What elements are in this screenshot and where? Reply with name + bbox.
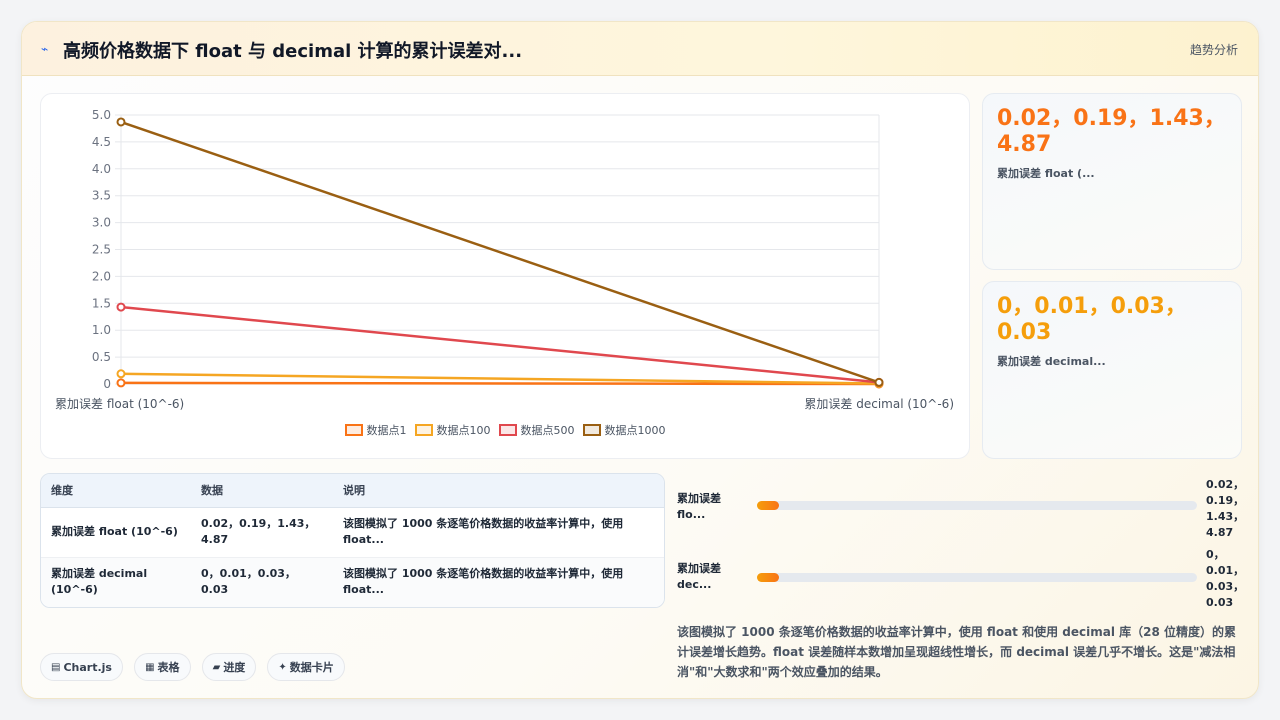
column-header: 数据 (191, 474, 333, 508)
tag-data-card[interactable]: ✦ 数据卡片 (267, 653, 345, 681)
legend-item[interactable]: 数据点1000 (582, 422, 666, 438)
tag-table[interactable]: ▦ 表格 (134, 653, 191, 681)
table-cell-data: 0.02，0.19，1.43，4.87 (191, 507, 333, 558)
data-point (116, 378, 126, 388)
y-tick-label: 3.0 (92, 216, 111, 230)
tag-chartjs[interactable]: ▤ Chart.js (40, 653, 123, 681)
y-tick-label: 2.5 (92, 243, 111, 257)
header-bar: ⌁ 高频价格数据下 float 与 decimal 计算的累计误差对... 趋势… (22, 22, 1258, 76)
progress-fill (757, 573, 779, 582)
y-tick-label: 4.5 (92, 135, 111, 149)
data-point (874, 377, 884, 387)
table-row: 累加误差 float (10^-6) 0.02，0.19，1.43，4.87 该… (41, 507, 664, 558)
legend-swatch (344, 424, 363, 436)
tag-bar: ▤ Chart.js ▦ 表格 ▰ 进度 ✦ 数据卡片 (40, 653, 351, 681)
data-table: 维度 数据 说明 累加误差 float (10^-6) 0.02，0.19，1.… (40, 473, 665, 608)
page-title: 高频价格数据下 float 与 decimal 计算的累计误差对... (63, 41, 523, 62)
y-tick-label: 1.0 (92, 323, 111, 337)
y-tick-label: 5.0 (92, 108, 111, 122)
progress-label: 累加误差 dec... (677, 562, 721, 591)
column-header: 说明 (333, 474, 664, 508)
chart-icon: ▤ (51, 661, 61, 673)
data-point (116, 302, 126, 312)
x-tick-label: 累加误差 float (10^-6) (55, 397, 184, 411)
tag-progress[interactable]: ▰ 进度 (201, 653, 257, 681)
y-tick-label: 0.5 (92, 350, 111, 364)
table-cell-data: 0，0.01，0.03，0.03 (191, 557, 333, 607)
progress-value: 0，0.01，0.03，0.03 (1206, 548, 1245, 609)
legend-label: 数据点1000 (604, 424, 666, 437)
stat-label: 累加误差 float (... (997, 167, 1095, 180)
series-line (120, 120, 880, 384)
y-tick-label: 0 (103, 377, 111, 391)
legend-label: 数据点1 (366, 424, 407, 437)
stat-card-float: 0.02，0.19，1.43，4.87 累加误差 float (... (982, 93, 1242, 270)
column-header: 维度 (41, 474, 191, 508)
x-tick-label: 累加误差 decimal (10^-6) (804, 397, 954, 411)
legend-label: 数据点500 (520, 424, 575, 437)
y-tick-label: 3.5 (92, 189, 111, 203)
trend-analysis-link[interactable]: 趋势分析 (1190, 41, 1238, 58)
series-line (120, 305, 880, 384)
tag-label: Chart.js (63, 660, 112, 674)
table-cell-description: 该图模拟了 1000 条逐笔价格数据的收益率计算中，使用 float... (333, 507, 664, 558)
stat-card-decimal: 0，0.01，0.03，0.03 累加误差 decimal... (982, 281, 1242, 459)
data-point (116, 117, 126, 127)
legend-swatch (582, 424, 601, 436)
trend-icon: ⌁ (41, 42, 49, 56)
tag-label: 进度 (223, 661, 246, 674)
line-chart: 0 0.5 1.0 1.5 2.0 2.5 3.0 3.5 4.0 4.5 5.0 累加误差 floa… (55, 108, 954, 411)
tag-label: 数据卡片 (289, 661, 334, 674)
sparkle-icon: ✦ (278, 661, 287, 673)
progress-fill (757, 501, 779, 510)
stat-label: 累加误差 decimal... (997, 355, 1106, 368)
progress-row-decimal: 累加误差 dec... 0，0.01，0.03，0.03 (677, 548, 1244, 613)
legend-item[interactable]: 数据点100 (414, 422, 491, 438)
y-tick-label: 1.5 (92, 296, 111, 310)
legend-item[interactable]: 数据点500 (498, 422, 575, 438)
progress-row-float: 累加误差 flo... 0.02，0.19，1.43，4.87 (677, 477, 1244, 541)
data-point (116, 369, 126, 379)
table-cell-dimension: 累加误差 decimal (10^-6) (41, 557, 191, 607)
progress-track (757, 573, 1197, 582)
stat-value: 0，0.01，0.03，0.03 (997, 294, 1187, 345)
table-cell-dimension: 累加误差 float (10^-6) (41, 507, 191, 558)
legend-item[interactable]: 数据点1 (344, 422, 407, 438)
y-tick-label: 4.0 (92, 162, 111, 176)
table-cell-description: 该图模拟了 1000 条逐笔价格数据的收益率计算中，使用 float... (333, 557, 664, 607)
table-icon: ▦ (145, 661, 155, 673)
chart-legend: 数据点1 数据点100 数据点500 数据点1000 (41, 422, 969, 439)
table-row: 累加误差 decimal (10^-6) 0，0.01，0.03，0.03 该图… (41, 557, 664, 607)
table-header-row: 维度 数据 说明 (41, 474, 664, 508)
progress-icon: ▰ (212, 661, 221, 673)
y-tick-label: 2.0 (92, 269, 111, 283)
legend-swatch (414, 424, 433, 436)
stat-value: 0.02，0.19，1.43，4.87 (997, 106, 1226, 157)
legend-swatch (498, 424, 517, 436)
progress-label: 累加误差 flo... (677, 492, 721, 521)
tag-label: 表格 (157, 661, 180, 674)
progress-value: 0.02，0.19，1.43，4.87 (1206, 478, 1245, 539)
progress-track (757, 501, 1197, 510)
summary-text: 该图模拟了 1000 条逐笔价格数据的收益率计算中，使用 float 和使用 d… (677, 625, 1236, 679)
line-chart-panel: 0 0.5 1.0 1.5 2.0 2.5 3.0 3.5 4.0 4.5 5.0 累加误差 floa… (40, 93, 970, 459)
dashboard-card: ⌁ 高频价格数据下 float 与 decimal 计算的累计误差对... 趋势… (21, 21, 1259, 699)
legend-label: 数据点100 (436, 424, 491, 437)
